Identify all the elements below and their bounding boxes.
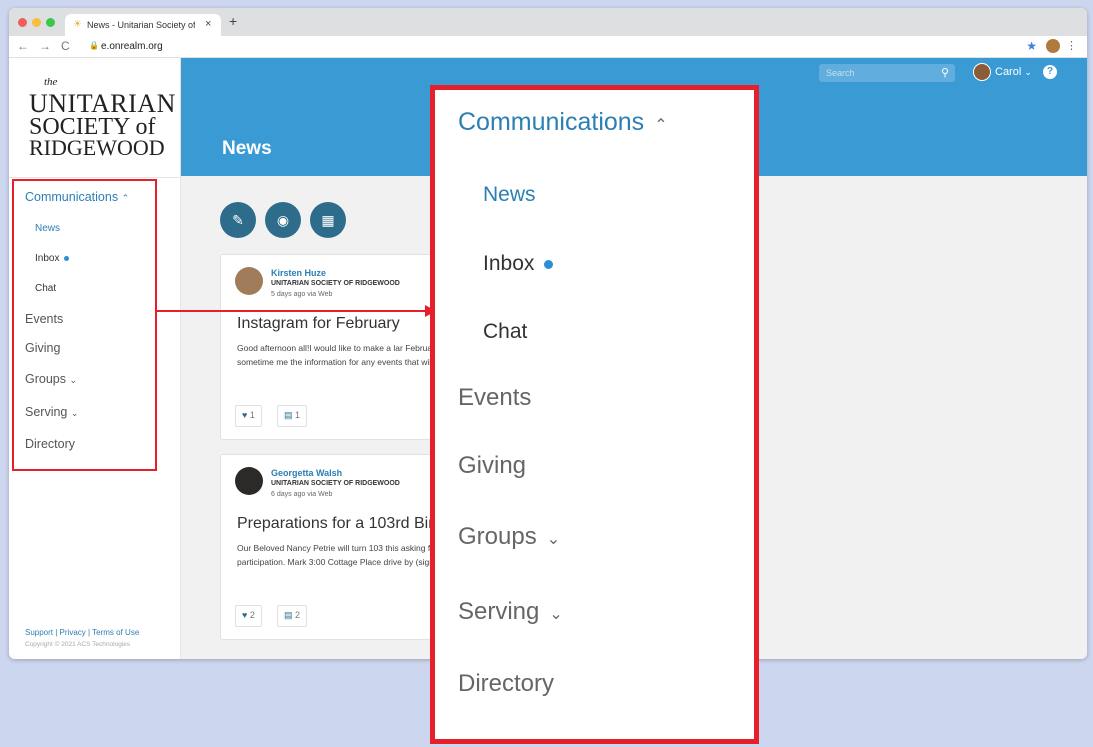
unread-dot-icon <box>544 259 554 269</box>
zoom-item-events[interactable]: Events <box>458 384 531 412</box>
chevron-up-icon: ⌃ <box>654 117 668 134</box>
zoom-item-directory[interactable]: Directory <box>458 670 554 698</box>
zoom-item-chat[interactable]: Chat <box>483 320 527 344</box>
zoom-item-communications[interactable]: Communications ⌃ <box>458 108 668 137</box>
zoom-item-giving[interactable]: Giving <box>458 452 526 480</box>
chevron-down-icon: ⌄ <box>549 606 563 623</box>
zoom-item-serving[interactable]: Serving ⌄ <box>458 598 563 626</box>
zoom-item-label: Communications <box>458 108 645 136</box>
zoom-item-inbox[interactable]: Inbox <box>483 252 554 276</box>
zoom-item-groups[interactable]: Groups ⌄ <box>458 523 560 551</box>
zoom-item-label: Serving <box>458 598 540 625</box>
zoom-item-news[interactable]: News <box>483 183 536 207</box>
zoom-item-label: Inbox <box>483 252 535 275</box>
zoom-item-label: Groups <box>458 523 537 550</box>
chevron-down-icon: ⌄ <box>546 531 561 548</box>
zoomed-sidebar-panel: Communications ⌃ News Inbox Chat Events G… <box>430 85 759 744</box>
